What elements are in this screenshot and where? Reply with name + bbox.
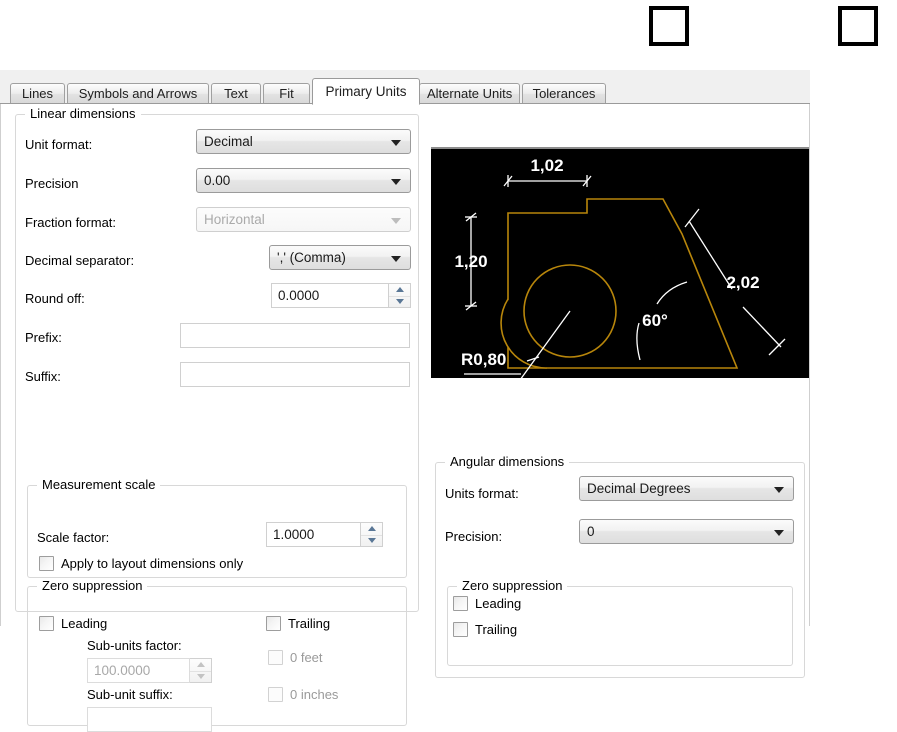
angular-precision-value: 0 — [587, 524, 595, 539]
dim-right-linear-text: 2,02 — [726, 273, 759, 292]
scale-factor-label: Scale factor: — [37, 530, 110, 545]
zero-feet-checkbox: 0 feet — [268, 650, 323, 665]
checkbox-icon — [453, 596, 468, 611]
decimal-separator-combo[interactable]: ',' (Comma) — [269, 245, 411, 270]
sub-unit-suffix-label: Sub-unit suffix: — [87, 687, 173, 702]
marker-square-2[interactable] — [838, 6, 878, 46]
angular-units-format-value: Decimal Degrees — [587, 481, 691, 496]
caret-down-icon — [367, 538, 376, 543]
scale-factor-input[interactable]: 1.0000 — [266, 522, 361, 547]
angular-zero-leading-label: Leading — [475, 596, 522, 611]
zero-feet-label: 0 feet — [290, 650, 323, 665]
checkbox-icon — [268, 650, 283, 665]
angular-dimensions-title: Angular dimensions — [445, 454, 570, 469]
round-off-stepper[interactable] — [389, 283, 411, 308]
marker-square-1[interactable] — [649, 6, 689, 46]
dim-top-linear-text: 1,02 — [530, 156, 563, 175]
checkbox-icon — [268, 687, 283, 702]
tab-symbols-arrows[interactable]: Symbols and Arrows — [67, 83, 209, 104]
zero-suppression-trailing-checkbox[interactable]: Trailing — [266, 616, 330, 631]
fraction-format-combo: Horizontal — [196, 207, 411, 232]
tab-bar: Lines Symbols and Arrows Text Fit Primar… — [0, 78, 810, 105]
scale-factor-value: 1.0000 — [273, 527, 315, 542]
dim-angular-text: 60° — [642, 311, 668, 330]
unit-format-combo[interactable]: Decimal — [196, 129, 411, 154]
sub-units-factor-input: 100.0000 — [87, 658, 190, 683]
zero-suppression-angular-title: Zero suppression — [457, 578, 568, 593]
angular-units-format-label: Units format: — [445, 486, 519, 501]
preview-drawing: 1,02 1,20 2,02 60° R0,80 — [454, 156, 786, 378]
chevron-down-icon — [391, 218, 401, 224]
zero-inches-label: 0 inches — [290, 687, 339, 702]
chevron-down-icon — [391, 256, 401, 262]
round-off-value: 0.0000 — [278, 288, 320, 303]
tab-text[interactable]: Text — [211, 83, 261, 104]
unit-format-value: Decimal — [204, 134, 253, 149]
apply-to-layout-label: Apply to layout dimensions only — [61, 556, 244, 571]
scale-factor-stepper[interactable] — [361, 522, 383, 547]
caret-down-icon — [395, 299, 404, 304]
decimal-separator-label: Decimal separator: — [25, 253, 135, 268]
precision-combo[interactable]: 0.00 — [196, 168, 411, 193]
dim-top-linear — [503, 175, 592, 187]
tab-fit[interactable]: Fit — [263, 83, 310, 104]
caret-up-icon — [367, 526, 376, 531]
stepper-down-button[interactable] — [361, 534, 382, 546]
sub-units-factor-value: 100.0000 — [94, 663, 151, 678]
angular-units-format-combo[interactable]: Decimal Degrees — [579, 476, 794, 501]
tab-primary-units[interactable]: Primary Units — [312, 78, 420, 105]
precision-label: Precision — [25, 176, 79, 191]
fraction-format-value: Horizontal — [204, 212, 265, 227]
dimension-style-preview: 1,02 1,20 2,02 60° R0,80 — [431, 147, 809, 378]
sub-unit-suffix-input — [87, 707, 212, 732]
chevron-down-icon — [774, 487, 784, 493]
caret-up-icon — [196, 662, 205, 667]
angular-precision-label: Precision: — [445, 529, 503, 544]
angular-zero-trailing-checkbox[interactable]: Trailing — [453, 622, 517, 637]
round-off-input[interactable]: 0.0000 — [271, 283, 389, 308]
primary-units-panel: Linear dimensions Unit format: Decimal P… — [0, 104, 810, 732]
dim-radius-text: R0,80 — [461, 350, 506, 369]
stepper-down-button[interactable] — [389, 295, 410, 307]
dim-left-linear-text: 1,20 — [454, 252, 487, 271]
sub-units-factor-label: Sub-units factor: — [87, 638, 182, 653]
dimension-style-dialog: Lines Symbols and Arrows Text Fit Primar… — [0, 70, 810, 732]
chevron-down-icon — [391, 140, 401, 146]
angular-precision-combo[interactable]: 0 — [579, 519, 794, 544]
fraction-format-label: Fraction format: — [25, 215, 117, 230]
chevron-down-icon — [391, 179, 401, 185]
precision-value: 0.00 — [204, 173, 231, 188]
zero-suppression-linear-group: Zero suppression — [27, 578, 407, 726]
part-outline — [507, 198, 739, 369]
checkbox-icon — [453, 622, 468, 637]
tab-lines[interactable]: Lines — [10, 83, 65, 104]
chevron-down-icon — [774, 530, 784, 536]
checkbox-icon — [39, 556, 54, 571]
apply-to-layout-checkbox[interactable]: Apply to layout dimensions only — [39, 556, 243, 571]
prefix-label: Prefix: — [25, 330, 62, 345]
caret-up-icon — [395, 287, 404, 292]
checkbox-icon — [39, 616, 54, 631]
linear-dimensions-title: Linear dimensions — [25, 106, 141, 121]
sub-units-factor-stepper — [190, 658, 212, 683]
zero-suppression-linear-title: Zero suppression — [37, 578, 148, 593]
tab-tolerances[interactable]: Tolerances — [522, 83, 606, 104]
suffix-input[interactable] — [180, 362, 410, 387]
checkbox-icon — [266, 616, 281, 631]
decimal-separator-value: ',' (Comma) — [277, 250, 346, 265]
zero-suppression-leading-checkbox[interactable]: Leading — [39, 616, 107, 631]
unit-format-label: Unit format: — [25, 137, 93, 152]
round-off-label: Round off: — [25, 291, 85, 306]
measurement-scale-title: Measurement scale — [37, 477, 161, 492]
stepper-down-button — [190, 670, 211, 682]
zero-inches-checkbox: 0 inches — [268, 687, 338, 702]
suffix-label: Suffix: — [25, 369, 61, 384]
prefix-input[interactable] — [180, 323, 410, 348]
caret-down-icon — [196, 674, 205, 679]
angular-zero-leading-checkbox[interactable]: Leading — [453, 596, 521, 611]
zero-suppression-leading-label: Leading — [61, 616, 108, 631]
angular-zero-trailing-label: Trailing — [475, 622, 518, 637]
tab-alternate-units[interactable]: Alternate Units — [419, 83, 520, 104]
zero-suppression-trailing-label: Trailing — [288, 616, 331, 631]
